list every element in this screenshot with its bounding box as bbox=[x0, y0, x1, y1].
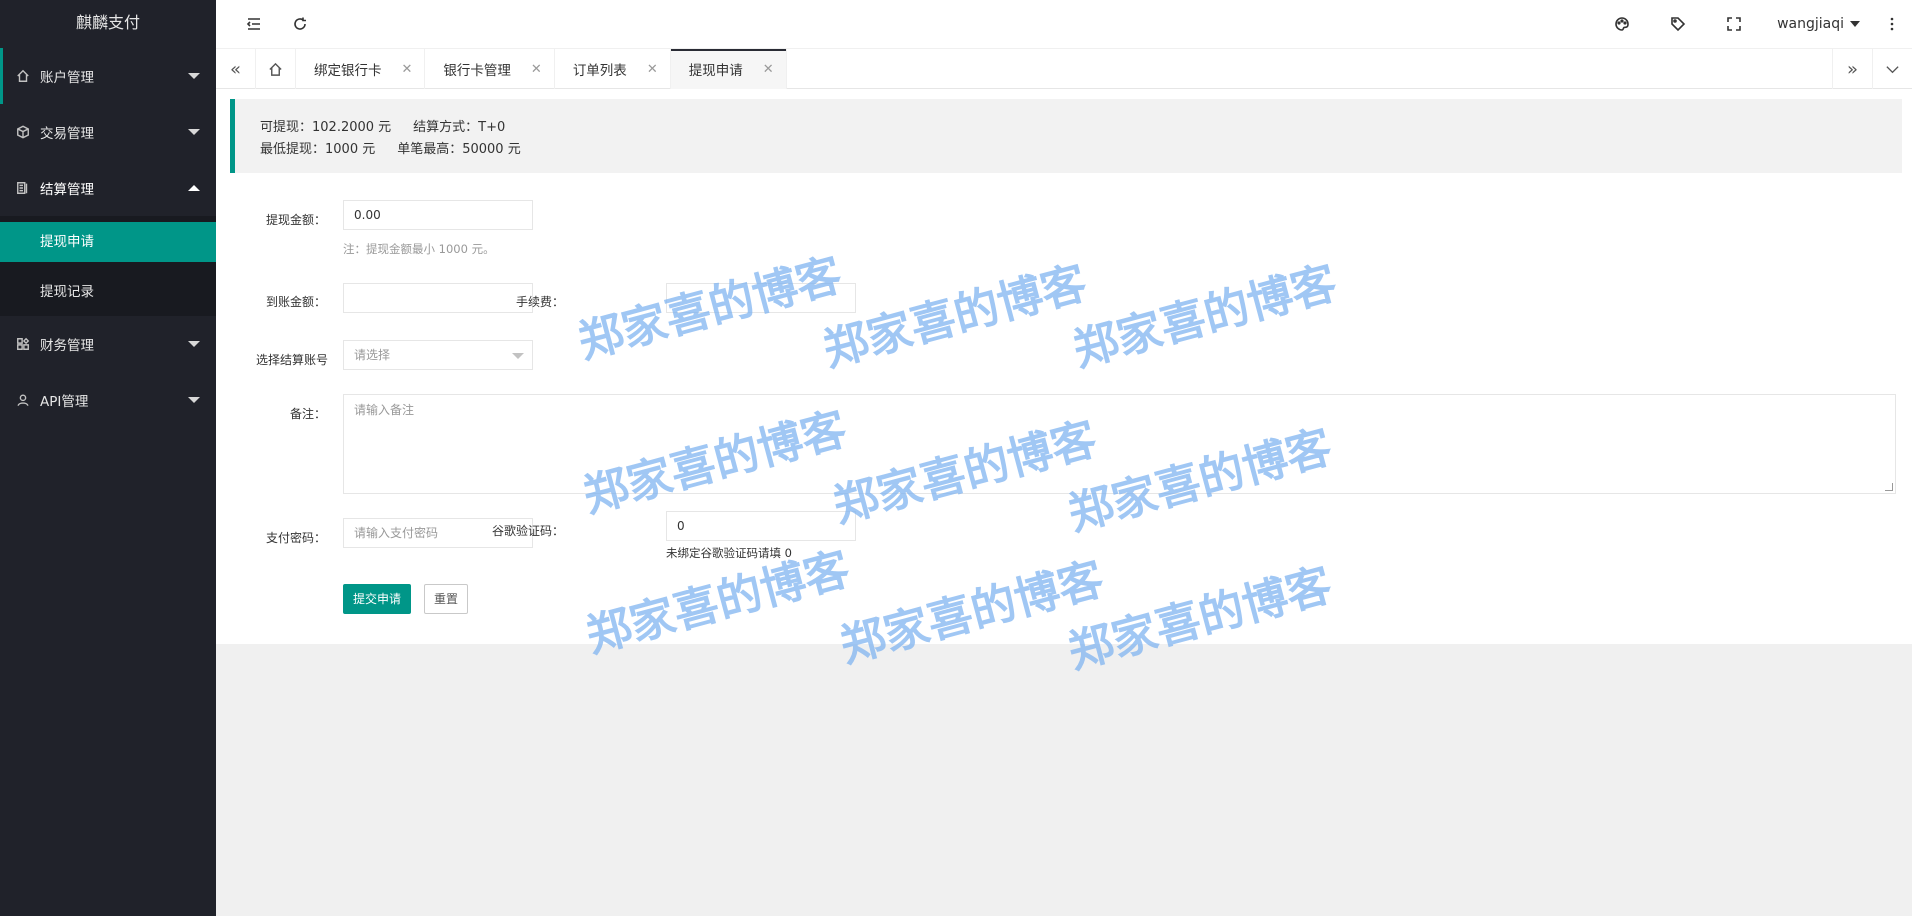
chevron-down-icon bbox=[512, 353, 524, 359]
close-icon[interactable]: ✕ bbox=[402, 62, 413, 77]
tag-icon[interactable] bbox=[1658, 0, 1698, 48]
submit-button[interactable]: 提交申请 bbox=[343, 584, 412, 614]
sidebar-item-label: 结算管理 bbox=[40, 182, 94, 198]
sidebar-item-settlement[interactable]: 结算管理 bbox=[0, 160, 216, 216]
tab-bind-bankcard[interactable]: 绑定银行卡 ✕ bbox=[296, 49, 426, 89]
close-icon[interactable]: ✕ bbox=[763, 62, 774, 77]
google-code-input[interactable]: 0 bbox=[666, 511, 856, 541]
google-code-hint: 未绑定谷歌验证码请填 0 bbox=[666, 546, 792, 560]
home-tab-icon[interactable] bbox=[256, 49, 296, 89]
tab-bankcard-manage[interactable]: 银行卡管理 ✕ bbox=[425, 49, 555, 89]
home-icon bbox=[16, 69, 30, 83]
close-icon[interactable]: ✕ bbox=[531, 62, 542, 77]
fee-label: 手续费： bbox=[515, 295, 564, 309]
balance-notice: 可提现：102.2000 元 结算方式：T+0 最低提现：1000 元 单笔最高：5… bbox=[230, 99, 1902, 173]
sidebar-item-trade[interactable]: 交易管理 bbox=[0, 104, 216, 160]
max-withdraw: 单笔最高：50000 元 bbox=[397, 142, 521, 157]
app-logo-title: 麒麟支付 bbox=[75, 13, 140, 32]
sidebar-subitem-withdraw-apply[interactable]: 提现申请 bbox=[0, 222, 216, 262]
sidebar-item-label: 交易管理 bbox=[40, 126, 94, 142]
doc-icon bbox=[16, 181, 30, 195]
main-content: 可提现：102.2000 元 结算方式：T+0 最低提现：1000 元 单笔最高：5… bbox=[216, 89, 1912, 644]
tab-order-list[interactable]: 订单列表 ✕ bbox=[555, 49, 671, 89]
chevron-down-icon bbox=[188, 129, 200, 135]
sidebar-item-finance[interactable]: 财务管理 bbox=[0, 316, 216, 372]
tab-withdraw-apply[interactable]: 提现申请 ✕ bbox=[670, 49, 787, 89]
settlement-submenu: 提现申请 提现记录 bbox=[0, 216, 216, 316]
min-withdraw: 最低提现：1000 元 bbox=[260, 142, 376, 157]
tabs-scroll-left-icon[interactable]: « bbox=[216, 49, 256, 89]
fee-input[interactable] bbox=[666, 283, 856, 313]
sidebar: 麒麟支付 账户管理 交易管理 结算管理 提现申请 提现记录 财务管理 API管理 bbox=[0, 0, 216, 916]
sidebar-item-label: 账户管理 bbox=[40, 70, 94, 86]
settlement-account-select[interactable]: 请选择 bbox=[343, 340, 533, 370]
fullscreen-icon[interactable] bbox=[1714, 0, 1754, 48]
paypwd-label: 支付密码： bbox=[265, 531, 326, 545]
sidebar-item-api[interactable]: API管理 bbox=[0, 372, 216, 428]
chevron-down-icon bbox=[1850, 21, 1860, 27]
chevron-down-icon bbox=[188, 341, 200, 347]
sidebar-item-label: API管理 bbox=[40, 394, 89, 410]
amount-hint: 注：提现金额最小 1000 元。 bbox=[343, 242, 495, 256]
settlement-method: 结算方式：T+0 bbox=[413, 120, 506, 135]
refresh-icon[interactable] bbox=[280, 0, 320, 48]
cube-icon bbox=[16, 125, 30, 139]
chevron-down-icon bbox=[188, 397, 200, 403]
tab-bar: « 绑定银行卡 ✕ 银行卡管理 ✕ 订单列表 ✕ 提现申请 ✕ » bbox=[216, 49, 1912, 89]
apps-icon bbox=[16, 337, 30, 351]
tabs-menu-chevron-down-icon[interactable] bbox=[1872, 49, 1912, 89]
chevron-down-icon bbox=[188, 73, 200, 79]
chevron-up-icon bbox=[188, 185, 200, 191]
received-label: 到账金额： bbox=[265, 295, 326, 309]
more-vertical-icon[interactable] bbox=[1872, 0, 1912, 48]
top-header: wangjiaqi bbox=[216, 0, 1912, 49]
username: wangjiaqi bbox=[1777, 16, 1844, 32]
theme-icon[interactable] bbox=[1602, 0, 1642, 48]
sidebar-subitem-withdraw-record[interactable]: 提现记录 bbox=[0, 272, 216, 312]
amount-input[interactable]: 0.00 bbox=[343, 200, 533, 230]
tabs-scroll-right-icon[interactable]: » bbox=[1832, 49, 1872, 89]
menu-toggle-icon[interactable] bbox=[234, 0, 274, 48]
close-icon[interactable]: ✕ bbox=[647, 62, 658, 77]
amount-label: 提现金额： bbox=[265, 213, 326, 227]
reset-button[interactable]: 重置 bbox=[424, 584, 469, 614]
sidebar-item-label: 财务管理 bbox=[40, 338, 94, 354]
remark-textarea[interactable]: 请输入备注 bbox=[343, 394, 1896, 494]
remark-label: 备注： bbox=[289, 407, 326, 421]
resize-handle-icon[interactable] bbox=[1885, 483, 1893, 491]
account-label: 选择结算账号 bbox=[255, 353, 328, 367]
google-code-label: 谷歌验证码： bbox=[491, 524, 564, 538]
available-amount: 可提现：102.2000 元 bbox=[260, 120, 392, 135]
user-icon bbox=[16, 393, 30, 407]
user-menu[interactable]: wangjiaqi bbox=[1777, 0, 1860, 48]
sidebar-item-account[interactable]: 账户管理 bbox=[0, 48, 216, 104]
